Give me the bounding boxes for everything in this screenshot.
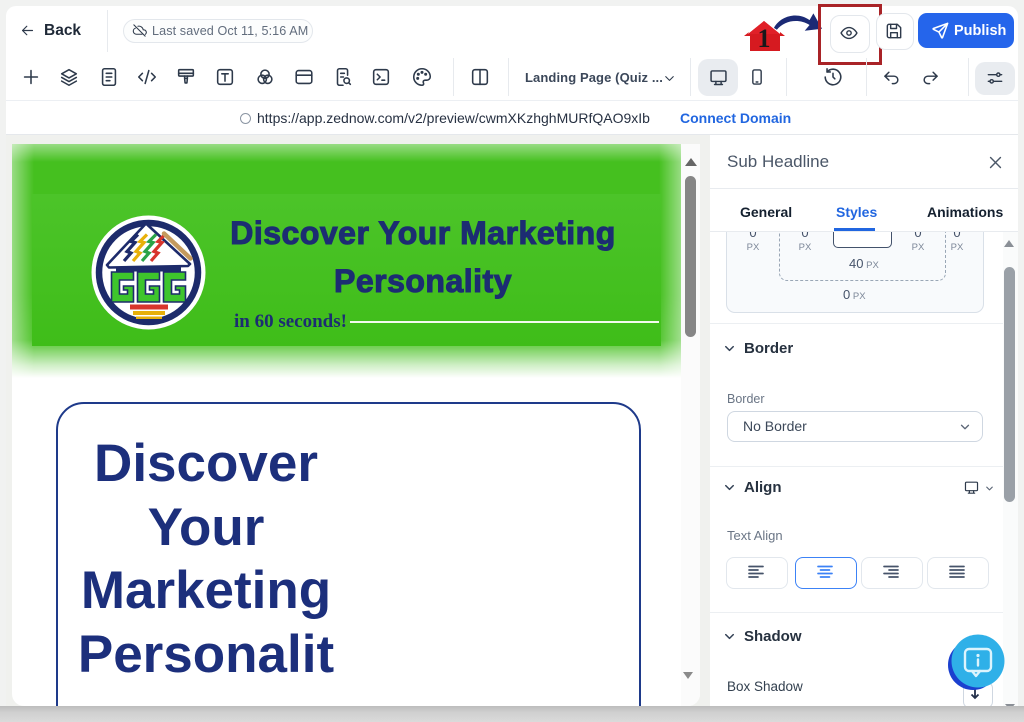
svg-text:1: 1 xyxy=(758,24,771,52)
